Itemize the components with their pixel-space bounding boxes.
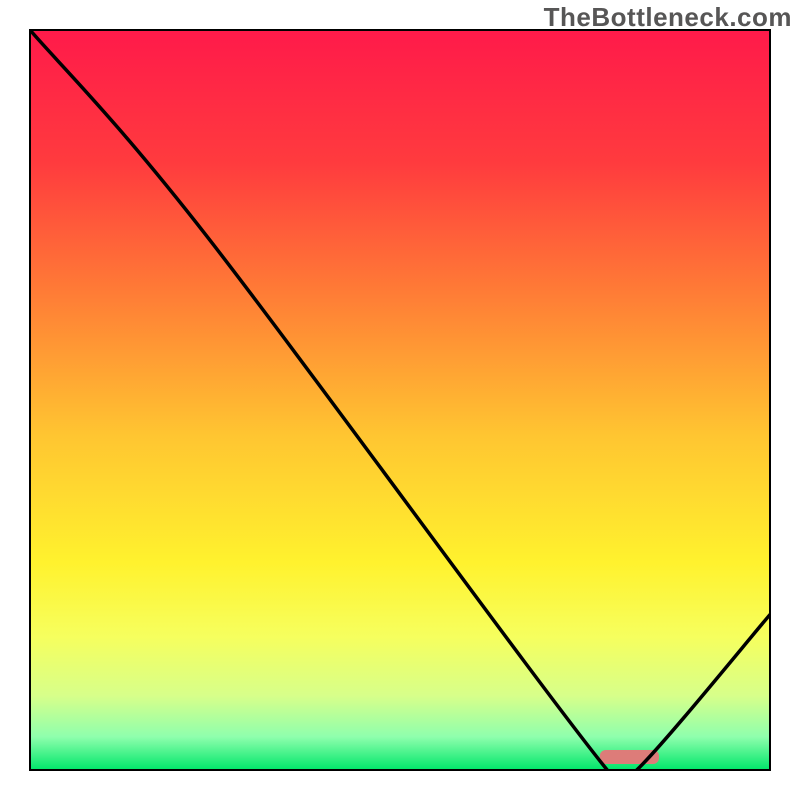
bottleneck-chart xyxy=(0,0,800,800)
gradient-background xyxy=(30,30,770,770)
watermark-text: TheBottleneck.com xyxy=(544,2,792,33)
chart-stage: TheBottleneck.com xyxy=(0,0,800,800)
